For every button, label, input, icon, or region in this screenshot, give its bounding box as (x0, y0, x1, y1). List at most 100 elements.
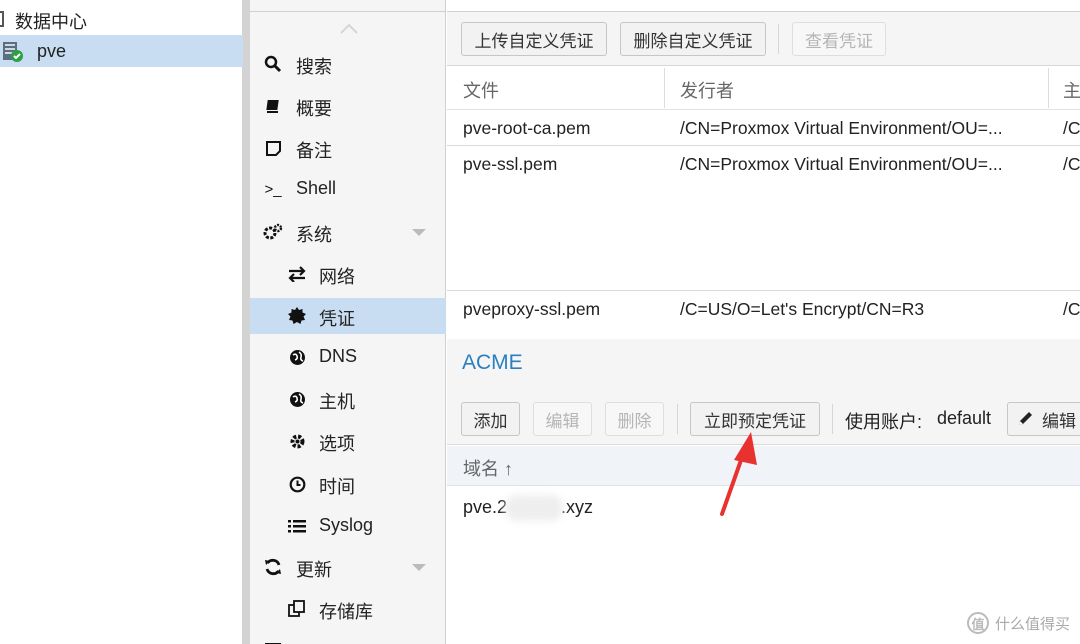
clock-icon (287, 474, 307, 494)
tree-item-datacenter-label: 数据中心 (15, 12, 87, 32)
cell-issuer: /CN=Proxmox Virtual Environment/OU=... (680, 118, 1003, 138)
nav-item-label: 主机 (319, 392, 355, 412)
acme-title: ACME (462, 351, 523, 374)
nav-item-label: 搜索 (296, 57, 332, 77)
server-rack-icon (0, 11, 4, 27)
nav-item-label: 选项 (319, 434, 355, 454)
search-icon (263, 54, 283, 74)
watermark-text: 什么值得买 (994, 615, 1070, 633)
cell-file: pve-root-ca.pem (463, 118, 591, 138)
acme-section-header: ACME (447, 339, 1080, 389)
nav-item-hosts[interactable]: 主机 (250, 381, 446, 417)
cell-file: pve-ssl.pem (463, 154, 558, 174)
certificate-grid-header: 文件 发行者 主 (447, 66, 1080, 110)
book-icon (263, 96, 283, 116)
chevron-up-icon[interactable] (338, 18, 360, 40)
edit-domain-button[interactable]: 编辑 (533, 402, 592, 436)
list-item[interactable]: pve.2 .xyz (463, 495, 593, 521)
column-header-subject[interactable]: 主 (1063, 77, 1080, 103)
partial-icon (263, 640, 283, 644)
node-navigation-menu: 搜索 概要 备注 >_ Shell 系统 网络 凭证 DNS 主机 选项 时间 … (250, 0, 446, 644)
cell-subject: /C (1063, 299, 1080, 319)
remove-domain-button[interactable]: 删除 (605, 402, 664, 436)
tree-item-node-label: pve (37, 41, 67, 61)
toolbar-separator (832, 404, 833, 434)
caret-down-icon[interactable] (412, 229, 426, 236)
cell-subject: /C (1063, 154, 1080, 174)
domain-prefix: pve.2 (463, 496, 508, 517)
order-certificate-button[interactable]: 立即预定凭证 (690, 402, 820, 436)
edit-account-label: 编辑 (1042, 411, 1076, 431)
domain-suffix: .xyz (561, 496, 594, 517)
nav-item-syslog[interactable]: Syslog (250, 508, 446, 544)
cell-file: pveproxy-ssl.pem (463, 299, 601, 319)
toolbar-separator (677, 404, 678, 434)
nav-item-system[interactable]: 系统 (250, 214, 446, 250)
account-label: 使用账户: (845, 412, 923, 432)
nav-item-label: Syslog (319, 515, 374, 535)
nav-item-dns[interactable]: DNS (250, 339, 446, 375)
nav-item-updates[interactable]: 更新 (250, 549, 446, 585)
caret-down-icon[interactable] (412, 564, 426, 571)
gears-icon (263, 222, 283, 242)
refresh-icon (263, 557, 283, 577)
add-domain-button[interactable]: 添加 (461, 402, 520, 436)
nav-item-label: 时间 (319, 477, 355, 497)
domain-grid-header: 域名 ↑ (447, 446, 1080, 486)
nav-item-repositories[interactable]: 存储库 (250, 591, 446, 627)
gear-icon (287, 431, 307, 451)
nav-item-partial[interactable] (250, 632, 446, 644)
nav-item-notes[interactable]: 备注 (250, 130, 446, 166)
column-divider[interactable] (1048, 68, 1049, 108)
nav-item-search[interactable]: 搜索 (250, 46, 446, 82)
upload-custom-certificate-button[interactable]: 上传自定义凭证 (461, 22, 607, 56)
nav-item-network[interactable]: 网络 (250, 256, 446, 292)
nav-item-label: DNS (319, 346, 358, 366)
panel-splitter[interactable] (243, 0, 250, 644)
tree-item-node-pve[interactable]: pve (0, 35, 243, 67)
account-value: default (937, 408, 992, 428)
nav-item-label: 系统 (296, 225, 332, 245)
globe-icon (287, 389, 307, 409)
nav-item-summary[interactable]: 概要 (250, 88, 446, 124)
column-header-issuer[interactable]: 发行者 (680, 77, 734, 103)
list-icon (287, 516, 307, 536)
certificates-panel: 上传自定义凭证 删除自定义凭证 查看凭证 文件 发行者 主 pve-root-c… (447, 0, 1080, 644)
table-row[interactable]: pve-ssl.pem /CN=Proxmox Virtual Environm… (447, 145, 1080, 291)
redacted-blur (505, 495, 564, 521)
nav-item-label: 更新 (296, 560, 332, 580)
node-online-icon (3, 42, 23, 62)
nav-item-shell[interactable]: >_ Shell (250, 171, 446, 207)
watermark: 值 什么值得买 (966, 612, 1070, 634)
nav-item-label: 凭证 (319, 309, 355, 329)
nav-item-options[interactable]: 选项 (250, 423, 446, 459)
cell-subject: /C (1063, 118, 1080, 138)
pencil-icon (1019, 412, 1032, 425)
table-row[interactable]: pve-root-ca.pem /CN=Proxmox Virtual Envi… (447, 110, 1080, 145)
nav-divider (250, 11, 446, 12)
certificate-icon (287, 306, 307, 326)
column-header-file[interactable]: 文件 (463, 77, 499, 103)
column-divider[interactable] (664, 68, 665, 108)
nav-item-label: 备注 (296, 141, 332, 161)
table-row[interactable]: pveproxy-ssl.pem /C=US/O=Let's Encrypt/C… (447, 291, 1080, 329)
terminal-icon: >_ (264, 180, 282, 198)
acme-toolbar: 添加 编辑 删除 立即预定凭证 使用账户: default 编辑 (447, 389, 1080, 445)
edit-account-button[interactable]: 编辑 (1007, 402, 1080, 436)
globe-icon (287, 347, 307, 367)
smzdm-logo-icon: 值 (966, 612, 989, 634)
nav-item-label: 网络 (319, 267, 355, 287)
nav-item-label: Shell (296, 178, 337, 198)
tree-item-datacenter[interactable]: 数据中心 (0, 3, 243, 35)
nav-item-certificates[interactable]: 凭证 (250, 298, 446, 334)
nav-item-time[interactable]: 时间 (250, 466, 446, 502)
copy-icon (287, 599, 307, 619)
delete-custom-certificate-button[interactable]: 删除自定义凭证 (620, 22, 766, 56)
certificates-toolbar: 上传自定义凭证 删除自定义凭证 查看凭证 (447, 12, 1080, 66)
view-certificate-button[interactable]: 查看凭证 (792, 22, 886, 56)
column-header-domain[interactable]: 域名 ↑ (463, 455, 513, 481)
toolbar-separator (778, 24, 779, 54)
exchange-icon (287, 264, 307, 284)
cell-issuer: /CN=Proxmox Virtual Environment/OU=... (680, 154, 1003, 174)
nav-item-label: 概要 (296, 99, 332, 119)
